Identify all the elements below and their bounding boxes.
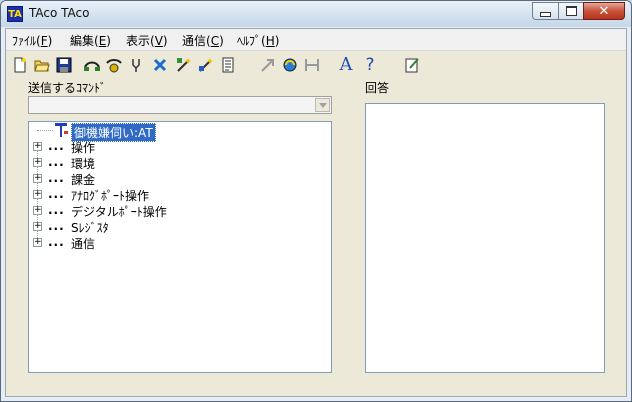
close-icon: ✕ xyxy=(598,3,610,19)
ellipsis: ... xyxy=(48,139,65,153)
font-button[interactable]: A xyxy=(336,55,356,75)
tools-icon xyxy=(305,59,319,71)
delete-button[interactable] xyxy=(150,55,170,75)
tree-item-analog-port[interactable]: + ... ｱﾅﾛｸﾞﾎﾟｰﾄ操作 xyxy=(29,187,329,203)
menu-mnemonic: H xyxy=(265,34,275,48)
menu-mnemonic: C xyxy=(210,34,220,48)
command-tree[interactable]: 御機嫌伺い:AT + ... 操作 + ... 環境 + ... 課金 + ..… xyxy=(28,121,332,373)
root-node-icon xyxy=(55,123,68,137)
minimize-button[interactable] xyxy=(532,2,559,20)
ellipsis: ... xyxy=(48,235,65,249)
refresh-button[interactable] xyxy=(280,55,300,75)
tools-button[interactable] xyxy=(302,55,322,75)
response-pane[interactable] xyxy=(365,103,605,373)
expand-icon[interactable]: + xyxy=(33,190,42,199)
delete-icon xyxy=(153,58,167,72)
tree-item-digital-port[interactable]: + ... デジタルﾎﾟｰﾄ操作 xyxy=(29,203,329,219)
tree-item-label: 環境 xyxy=(71,157,96,171)
open-button[interactable] xyxy=(32,55,52,75)
arrow-icon xyxy=(261,59,274,72)
menu-help[interactable]: ﾍﾙﾌﾟ(H) xyxy=(237,32,279,49)
wand-icon xyxy=(177,58,191,72)
arrow-button[interactable] xyxy=(258,55,278,75)
toolbar: A ? xyxy=(6,53,626,79)
app-icon[interactable]: TA xyxy=(7,6,23,22)
tool-button[interactable] xyxy=(126,55,146,75)
expand-icon[interactable]: + xyxy=(33,238,42,247)
new-file-icon xyxy=(14,57,26,73)
ellipsis: ... xyxy=(48,187,65,201)
tree-item-label: 通信 xyxy=(71,237,96,251)
maximize-button[interactable] xyxy=(558,2,584,20)
dial-button[interactable] xyxy=(104,55,124,75)
response-label: 回答 xyxy=(365,81,390,95)
edit-wand-icon xyxy=(199,58,213,72)
ellipsis: ... xyxy=(48,203,65,217)
menu-edit[interactable]: 編集(E) xyxy=(70,32,111,49)
client-area: ﾌｧｲﾙ(F) 編集(E) 表示(V) 通信(C) ﾍﾙﾌﾟ(H) A ? 送信… xyxy=(5,28,627,397)
menu-file[interactable]: ﾌｧｲﾙ(F) xyxy=(12,32,52,49)
new-button[interactable] xyxy=(10,55,30,75)
ellipsis: ... xyxy=(48,155,65,169)
maximize-icon xyxy=(565,6,577,16)
help-button[interactable]: ? xyxy=(360,55,380,75)
title-bar[interactable]: TA TAco TAco ✕ xyxy=(1,1,631,27)
tree-item-billing[interactable]: + ... 課金 xyxy=(29,171,329,187)
connect-button[interactable] xyxy=(82,55,102,75)
minimize-icon xyxy=(540,11,551,17)
menu-mnemonic: F xyxy=(40,34,48,48)
save-button[interactable] xyxy=(54,55,74,75)
menu-mnemonic: E xyxy=(98,34,107,48)
menu-view[interactable]: 表示(V) xyxy=(126,32,168,49)
refresh-icon xyxy=(283,58,297,72)
app-window: TA TAco TAco ✕ ﾌｧｲﾙ(F) 編集(E) 表示(V) 通信(C)… xyxy=(0,0,632,402)
document-icon xyxy=(222,57,234,73)
menu-comm[interactable]: 通信(C) xyxy=(182,32,224,49)
tree-item-label: デジタルﾎﾟｰﾄ操作 xyxy=(71,205,167,219)
open-folder-icon xyxy=(34,60,50,72)
window-title: TAco TAco xyxy=(29,6,90,20)
tree-item-label: Sﾚｼﾞｽﾀ xyxy=(71,221,109,235)
tree-item-s-register[interactable]: + ... Sﾚｼﾞｽﾀ xyxy=(29,219,329,235)
tree-connector xyxy=(37,130,53,131)
dial-icon xyxy=(106,59,122,73)
help-icon: ? xyxy=(365,55,375,75)
expand-icon[interactable]: + xyxy=(33,222,42,231)
ellipsis: ... xyxy=(48,219,65,233)
expand-icon[interactable]: + xyxy=(33,206,42,215)
tool-icon xyxy=(132,59,140,72)
command-label: 送信するｺﾏﾝﾄﾞ xyxy=(28,81,107,95)
ellipsis: ... xyxy=(48,171,65,185)
notepad-button[interactable] xyxy=(402,55,422,75)
edit-wand-button[interactable] xyxy=(196,55,216,75)
notepad-icon xyxy=(405,58,419,73)
menu-mnemonic: V xyxy=(154,34,163,48)
tree-item-communication[interactable]: + ... 通信 xyxy=(29,235,329,251)
expand-icon[interactable]: + xyxy=(33,142,42,151)
tree-item-label: 操作 xyxy=(71,141,96,155)
combobox-dropdown-button[interactable] xyxy=(315,98,330,112)
menu-bar: ﾌｧｲﾙ(F) 編集(E) 表示(V) 通信(C) ﾍﾙﾌﾟ(H) xyxy=(6,29,626,51)
save-icon xyxy=(56,57,72,73)
wand-button[interactable] xyxy=(174,55,194,75)
tree-item-operation[interactable]: + ... 操作 xyxy=(29,139,329,155)
expand-icon[interactable]: + xyxy=(33,174,42,183)
document-button[interactable] xyxy=(218,55,238,75)
tree-item-label: 課金 xyxy=(71,173,96,187)
font-icon: A xyxy=(339,54,353,75)
connect-icon xyxy=(84,61,100,71)
expand-icon[interactable]: + xyxy=(33,158,42,167)
close-button[interactable]: ✕ xyxy=(583,2,625,20)
tree-root[interactable]: 御機嫌伺い:AT xyxy=(29,123,329,142)
command-combobox[interactable] xyxy=(28,96,332,114)
tree-item-environment[interactable]: + ... 環境 xyxy=(29,155,329,171)
chevron-down-icon xyxy=(318,102,327,108)
tree-item-label: ｱﾅﾛｸﾞﾎﾟｰﾄ操作 xyxy=(71,189,150,203)
